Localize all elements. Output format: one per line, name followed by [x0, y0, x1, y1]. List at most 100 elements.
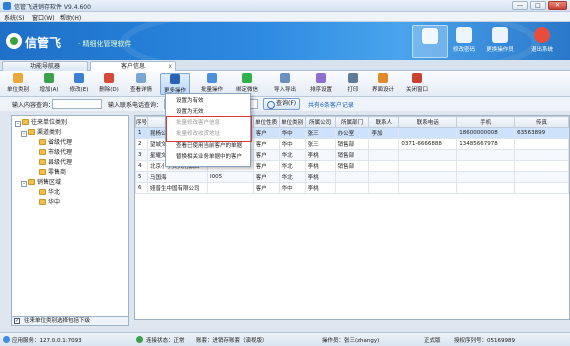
close-button[interactable]: ✕ [548, 1, 567, 10]
cell: 销售部 [334, 138, 370, 150]
app-icon [3, 2, 11, 10]
menu-window[interactable]: 窗口(W) [32, 13, 55, 22]
column-header[interactable]: 联系电话 [398, 116, 458, 128]
column-header[interactable]: 单位性质 [252, 116, 280, 128]
include-subcategories[interactable]: ✓ 往来单位类别选择包括下级 [11, 316, 129, 326]
cell: 华中 [278, 182, 306, 194]
tab-customer-info[interactable]: 客户信息 x [90, 61, 176, 71]
cell [368, 171, 400, 183]
tab-label: 客户信息 [120, 63, 145, 70]
cell: 客户 [252, 160, 280, 172]
collapse-icon[interactable]: - [15, 121, 21, 127]
cell [398, 182, 458, 194]
module-list-button[interactable] [412, 25, 448, 58]
tree-node-provincial[interactable]: 省级代理 [39, 138, 72, 147]
cell: 4 [135, 160, 149, 172]
batch-actions-button[interactable]: 批量操作 [197, 73, 227, 95]
query-button[interactable]: 查询(F) [263, 98, 300, 110]
window-title: 信管飞进销存软件 V9.4.600 [14, 4, 91, 11]
switch-operator-button[interactable]: 更换操作员 [482, 25, 518, 58]
collapse-icon[interactable]: - [21, 131, 27, 137]
tree-node-north[interactable]: 华北 [39, 188, 60, 197]
menu-item-view-used-documents[interactable]: 查看已使用当前客户的单据 [166, 141, 250, 152]
menu-system[interactable]: 系统(S) [4, 13, 25, 22]
cell: 客户 [252, 149, 280, 161]
column-header[interactable]: 联系人 [368, 116, 400, 128]
import-export-icon [280, 73, 290, 83]
cell: 63563899 [514, 127, 569, 139]
exit-system-button[interactable]: 退出系统 [524, 25, 560, 58]
edit-button[interactable]: 修改(E) [66, 73, 92, 95]
more-actions-button[interactable]: 更多操作 [160, 73, 190, 95]
tab-close-icon[interactable]: x [168, 62, 172, 71]
cell [514, 160, 569, 172]
category-button[interactable]: 单位类别 [4, 73, 32, 95]
lock-icon [456, 27, 472, 43]
brand-name: 信管飞 [25, 36, 62, 50]
status-bar: 应用服务：127.0.0.1:7093 连接状态：正常 账套：进销存账套（演视版… [0, 332, 570, 346]
add-button[interactable]: 增加(A) [36, 73, 62, 95]
tab-function-navigator[interactable]: 功能导航器 [2, 61, 88, 71]
cell: 客户 [252, 182, 280, 194]
include-subcategories-checkbox[interactable]: ✓ [14, 318, 20, 324]
menu-item-replace-customer[interactable]: 替换相关业务单据中的客户 [166, 152, 250, 163]
column-header[interactable]: 传真 [514, 116, 569, 128]
column-header[interactable]: 所属部门 [334, 116, 370, 128]
ui-design-button[interactable]: 界面设计 [368, 73, 398, 95]
menu-item-set-valid[interactable]: 设置为有效 [166, 96, 250, 107]
change-password-button[interactable]: 修改密码 [446, 25, 482, 58]
bind-wechat-button[interactable]: 绑定微信 [232, 73, 262, 95]
server-icon [3, 336, 10, 343]
menu-help[interactable]: 帮助(H) [60, 13, 81, 22]
cell: 华中 [278, 138, 306, 150]
tree-node-central[interactable]: 华中 [39, 198, 60, 207]
column-header[interactable]: 所属公司 [304, 116, 336, 128]
record-count: 共有6条客户记录 [308, 102, 354, 109]
sort-icon [316, 73, 326, 83]
tree-node-region[interactable]: - 销售区域 [21, 178, 61, 187]
maximize-button[interactable]: □ [530, 1, 546, 10]
collapse-icon[interactable]: - [21, 181, 27, 187]
delete-button[interactable]: 删除(D) [96, 73, 122, 95]
connection-status: 连接状态：正常 [146, 338, 185, 344]
folder-icon [28, 129, 35, 135]
tree-node-city[interactable]: 市级代理 [39, 148, 72, 157]
account-set: 账套：进销存账套（演视版） [196, 338, 268, 344]
include-subcategories-label: 往来单位类别选择包括下级 [24, 318, 91, 324]
tree-node-channel[interactable]: - 渠道类别 [21, 128, 61, 137]
column-header[interactable]: 手机 [456, 116, 516, 128]
minimize-button[interactable]: — [512, 1, 528, 10]
cell: 娅普生中国有限公司 [147, 182, 208, 194]
add-icon [44, 73, 54, 83]
tree-node-retailer[interactable]: 零售商 [39, 168, 66, 177]
tree-node-county[interactable]: 县级代理 [39, 158, 72, 167]
close-window-button[interactable]: 关闭窗口 [402, 73, 432, 95]
view-details-button[interactable]: 查看详情 [126, 73, 156, 95]
logo-icon [6, 33, 22, 49]
cell: 客户 [252, 127, 280, 139]
cell: 客户 [252, 138, 280, 150]
cell: 销售部 [334, 160, 370, 172]
sort-settings-button[interactable]: 排序设置 [306, 73, 336, 95]
cell: 6 [135, 182, 149, 194]
batch-icon [207, 73, 217, 83]
cell: 5 [135, 171, 149, 183]
print-button[interactable]: 打印 [342, 73, 364, 95]
import-export-button[interactable]: 导入导出 [270, 73, 300, 95]
table-row[interactable]: 5 马国海 I005 客户 华北 李桃 [135, 171, 569, 183]
column-header[interactable]: 序号 [135, 116, 149, 128]
cell: 李桃 [304, 182, 336, 194]
edit-icon [74, 73, 84, 83]
column-header[interactable]: 单位类别 [278, 116, 306, 128]
tree-root[interactable]: - 往来单位类别 [15, 118, 67, 127]
header-banner: 信管飞 · 精细化管理软件 修改密码 更换操作员 退出系统 [0, 22, 570, 60]
cell: 客户 [252, 171, 280, 183]
cell [368, 138, 400, 150]
folder-icon [22, 119, 29, 125]
table-row[interactable]: 6 娅普生中国有限公司 客户 华中 李桃 [135, 182, 569, 194]
folder-icon [39, 159, 46, 165]
cell [368, 160, 400, 172]
content-search-input[interactable] [52, 99, 102, 109]
cell [456, 160, 516, 172]
cell [398, 149, 458, 161]
